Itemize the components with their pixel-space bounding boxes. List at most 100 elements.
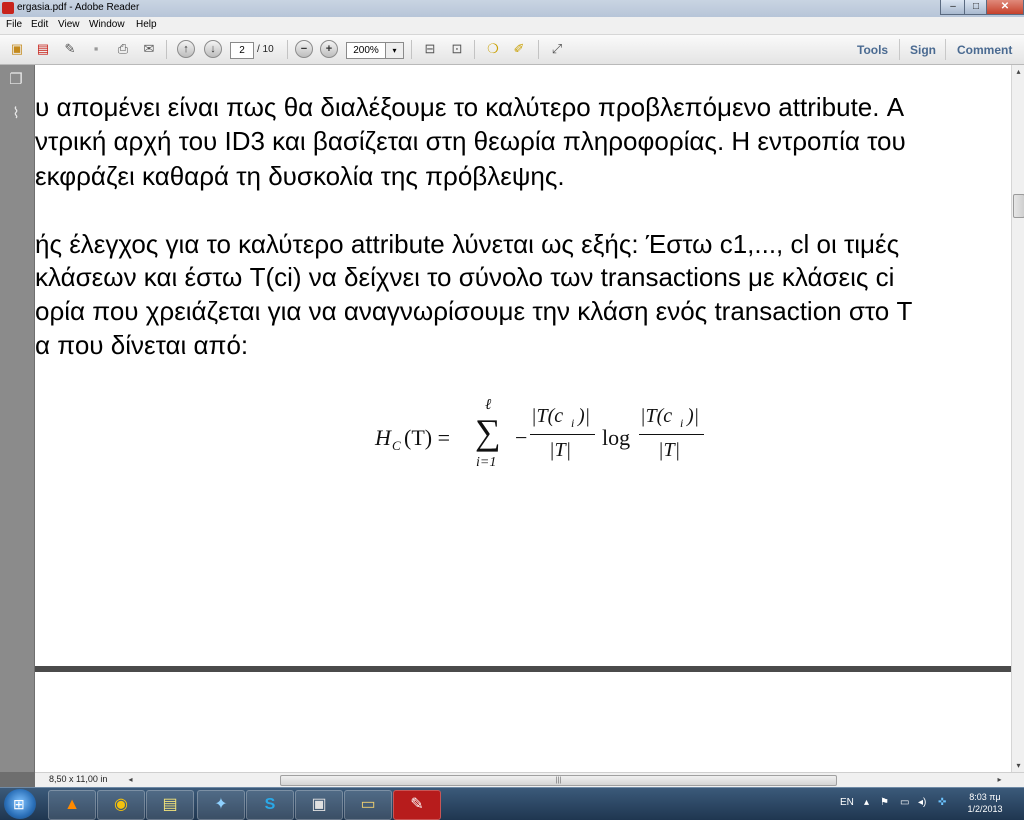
menu-file[interactable]: File <box>6 19 22 30</box>
adobe-reader-app-icon <box>2 2 14 14</box>
zoom-out-icon[interactable]: − <box>295 40 313 58</box>
horizontal-scrollbar[interactable]: ◂ ||| ▸ <box>125 774 1005 786</box>
page-total: / 10 <box>257 44 274 55</box>
attachment-icon[interactable]: ⌇ <box>7 105 25 123</box>
pdf-creator-icon[interactable]: ▣ <box>295 790 343 820</box>
fit-width-icon[interactable]: ⊡ <box>448 40 466 58</box>
zoom-input[interactable]: 200% <box>346 42 386 59</box>
network-app-icon[interactable]: ✦ <box>197 790 245 820</box>
fullscreen-icon[interactable]: ⤢ <box>548 40 566 58</box>
pages-icon[interactable]: ❐ <box>7 71 25 89</box>
taskbar: ⊞ ▲ ◉ ▤ ✦ S ▣ ▭ ✎ EN ▴ ⚑ ▭ ◂) ✜ 8:03 πμ … <box>0 787 1024 820</box>
toolbar-divider <box>166 40 167 59</box>
create-pdf-icon[interactable]: ▤ <box>34 40 52 58</box>
document-text-line: κλάσεων και έστω T(ci) να δείχνει το σύν… <box>35 262 895 292</box>
minimize-button[interactable]: – <box>940 0 966 15</box>
toolbar-divider <box>538 40 539 59</box>
system-clock[interactable]: 8:03 πμ 1/2/2013 <box>960 791 1010 815</box>
toolbar-divider <box>899 39 900 60</box>
fit-page-icon[interactable]: ⊟ <box>421 40 439 58</box>
highlight-icon[interactable]: ✐ <box>510 40 528 58</box>
page-separator <box>35 666 1011 672</box>
formula-fraction2-numerator-end: )| <box>687 405 700 427</box>
email-icon[interactable]: ✉ <box>140 40 158 58</box>
start-button[interactable]: ⊞ <box>4 789 36 819</box>
title-bar: ergasia.pdf - Adobe Reader – □ ✕ <box>0 0 1024 18</box>
flag-icon[interactable]: ⚑ <box>880 797 889 808</box>
document-text-line: ντρική αρχή του ID3 και βασίζεται στη θε… <box>35 126 906 156</box>
formula-sum-lower: i=1 <box>476 455 497 470</box>
formula-fraction1-numerator-end: )| <box>578 405 591 427</box>
menu-edit[interactable]: Edit <box>31 19 48 30</box>
formula-fraction2-subscript: i <box>680 416 684 430</box>
edit-icon[interactable]: ✎ <box>61 40 79 58</box>
scroll-up-icon[interactable]: ▴ <box>1012 65 1024 78</box>
open-icon[interactable]: ▣ <box>8 40 26 58</box>
volume-icon[interactable]: ◂) <box>918 797 926 808</box>
vlc-icon[interactable]: ▲ <box>48 790 96 820</box>
zoom-in-icon[interactable]: + <box>320 40 338 58</box>
document-text-line: υ απομένει είναι πως θα διαλέξουμε το κα… <box>35 92 905 122</box>
document-view[interactable]: υ απομένει είναι πως θα διαλέξουμε το κα… <box>35 65 1011 772</box>
vertical-scroll-thumb[interactable] <box>1013 194 1024 218</box>
page-size-label: 8,50 x 11,00 in <box>49 774 108 784</box>
next-page-icon[interactable]: ↓ <box>204 40 222 58</box>
page-number-input[interactable]: 2 <box>230 42 254 59</box>
adobe-reader-icon[interactable]: ✎ <box>393 790 441 820</box>
formula-log: log <box>602 425 631 450</box>
document-text-line: εκφράζει καθαρά τη δυσκολία της πρόβλεψη… <box>35 161 565 191</box>
print-icon[interactable]: ⎙ <box>114 40 132 58</box>
menu-help[interactable]: Help <box>136 19 157 30</box>
windows-logo-icon: ⊞ <box>13 796 25 812</box>
entropy-formula: H C (T) = ℓ ∑ i=1 − |T(c i )| |T| log |T… <box>375 397 735 485</box>
scroll-right-icon[interactable]: ▸ <box>994 774 1005 785</box>
sign-link[interactable]: Sign <box>910 43 936 57</box>
maximize-button[interactable]: □ <box>964 0 988 15</box>
document-text-line: ορία που χρειάζεται για να αναγνωρίσουμε… <box>35 296 913 326</box>
formula-fraction1-bar <box>530 434 595 435</box>
scroll-down-icon[interactable]: ▾ <box>1012 759 1024 772</box>
formula-sum-symbol: ∑ <box>475 412 501 452</box>
prev-page-icon[interactable]: ↑ <box>177 40 195 58</box>
status-bar: 8,50 x 11,00 in ◂ ||| ▸ <box>35 772 1024 787</box>
formula-fraction1-numerator: |T(c <box>531 405 564 427</box>
formula-fraction2-denominator: |T| <box>658 439 681 461</box>
network-icon[interactable]: ▭ <box>900 797 909 808</box>
document-text-line: ής έλεγχος για το καλύτερο attribute λύν… <box>35 229 900 259</box>
clock-time: 8:03 πμ <box>969 792 1001 802</box>
skype-icon[interactable]: S <box>246 790 294 820</box>
close-button[interactable]: ✕ <box>986 0 1024 15</box>
window-title: ergasia.pdf - Adobe Reader <box>17 2 140 13</box>
tools-link[interactable]: Tools <box>857 43 888 57</box>
toolbar-divider <box>945 39 946 60</box>
show-hidden-icons-icon[interactable]: ▴ <box>864 797 869 808</box>
formula-fraction1-subscript: i <box>571 416 575 430</box>
menu-view[interactable]: View <box>58 19 80 30</box>
chrome-icon[interactable]: ◉ <box>97 790 145 820</box>
dropbox-icon[interactable]: ✜ <box>938 797 946 808</box>
toolbar-divider <box>287 40 288 59</box>
zoom-dropdown[interactable]: ▾ <box>385 42 404 59</box>
vertical-scrollbar[interactable]: ▴ ▾ <box>1011 65 1024 772</box>
toolbar: ▣ ▤ ✎ ▪ ⎙ ✉ ↑ ↓ 2 / 10 − + 200% ▾ ⊟ ⊡ ❍ … <box>0 35 1024 65</box>
language-indicator[interactable]: EN <box>840 797 854 808</box>
comment-icon[interactable]: ❍ <box>484 40 502 58</box>
toolbar-divider <box>411 40 412 59</box>
sticky-notes-icon[interactable]: ▤ <box>146 790 194 820</box>
formula-fraction2-bar <box>639 434 704 435</box>
menu-bar: File Edit View Window Help <box>0 17 1024 35</box>
horizontal-scroll-thumb[interactable]: ||| <box>280 775 837 786</box>
formula-minus: − <box>515 425 528 450</box>
comment-link[interactable]: Comment <box>957 43 1012 57</box>
scroll-left-icon[interactable]: ◂ <box>125 774 136 785</box>
formula-lhs-subscript: C <box>392 438 401 453</box>
formula-fraction1-denominator: |T| <box>549 439 572 461</box>
save-icon[interactable]: ▪ <box>87 40 105 58</box>
document-text-line: α που δίνεται από: <box>35 330 249 360</box>
file-explorer-icon[interactable]: ▭ <box>344 790 392 820</box>
menu-window[interactable]: Window <box>89 19 125 30</box>
formula-lhs-argument: (T) = <box>404 425 450 450</box>
formula-lhs: H <box>375 425 391 450</box>
clock-date: 1/2/2013 <box>967 804 1003 814</box>
toolbar-divider <box>474 40 475 59</box>
